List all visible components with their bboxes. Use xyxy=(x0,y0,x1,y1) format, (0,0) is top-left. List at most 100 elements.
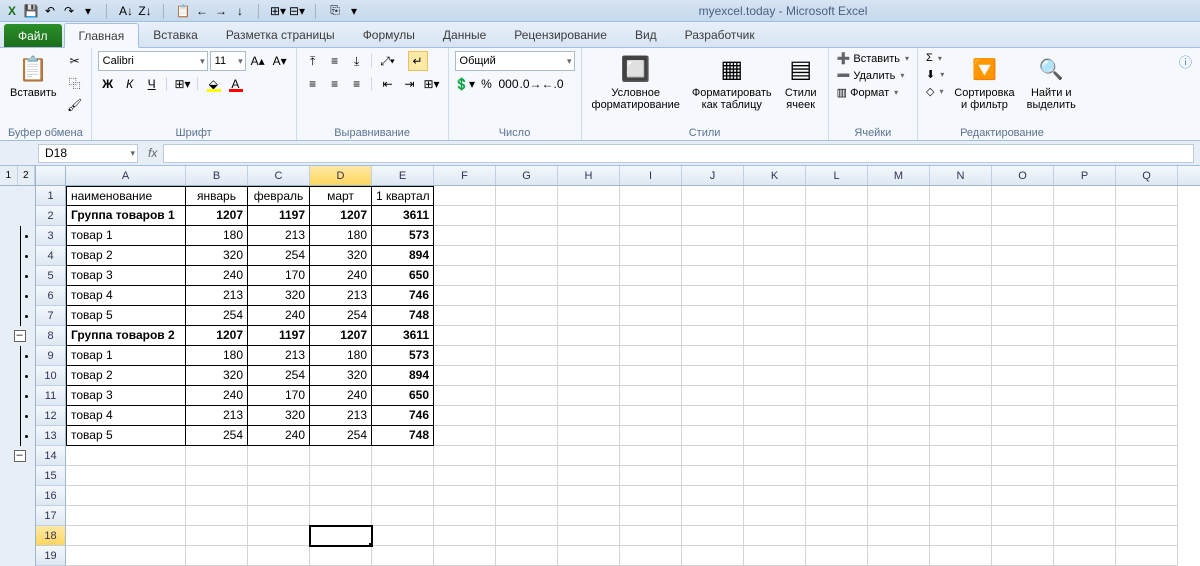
row-header[interactable]: 2 xyxy=(36,206,66,226)
cell[interactable] xyxy=(1116,386,1178,406)
cell[interactable] xyxy=(868,186,930,206)
cell[interactable] xyxy=(434,246,496,266)
cell[interactable] xyxy=(434,206,496,226)
cell[interactable] xyxy=(248,466,310,486)
cell[interactable] xyxy=(1116,286,1178,306)
cell[interactable] xyxy=(372,466,434,486)
cell[interactable] xyxy=(620,526,682,546)
cell[interactable]: 180 xyxy=(186,226,248,246)
cell[interactable] xyxy=(558,246,620,266)
cell[interactable] xyxy=(806,226,868,246)
cell[interactable] xyxy=(496,506,558,526)
cell[interactable] xyxy=(496,306,558,326)
cell[interactable] xyxy=(496,426,558,446)
cell[interactable] xyxy=(186,506,248,526)
cell[interactable] xyxy=(434,286,496,306)
cell[interactable] xyxy=(66,526,186,546)
row-header[interactable]: 19 xyxy=(36,546,66,566)
cell[interactable]: 254 xyxy=(186,306,248,326)
outline-level-2[interactable]: 2 xyxy=(18,166,36,185)
decrease-font-icon[interactable]: A▾ xyxy=(270,51,290,71)
paste-button[interactable]: 📋 Вставить xyxy=(6,51,61,101)
qat-more-icon[interactable]: ▾ xyxy=(346,3,362,19)
cell[interactable] xyxy=(868,386,930,406)
sort-filter-button[interactable]: 🔽Сортировка и фильтр xyxy=(950,51,1018,113)
outline-collapse-button[interactable]: – xyxy=(14,450,26,462)
cell[interactable] xyxy=(806,506,868,526)
cell[interactable] xyxy=(682,506,744,526)
cell[interactable] xyxy=(806,246,868,266)
cell[interactable] xyxy=(186,486,248,506)
cell[interactable] xyxy=(248,526,310,546)
conditional-formatting-button[interactable]: 🔲Условное форматирование xyxy=(588,51,684,113)
cell[interactable] xyxy=(992,526,1054,546)
decrease-indent-icon[interactable]: ⇤ xyxy=(378,74,398,94)
cell[interactable] xyxy=(66,466,186,486)
cell[interactable] xyxy=(1116,186,1178,206)
cell[interactable] xyxy=(868,506,930,526)
sort-desc-icon[interactable]: Z↓ xyxy=(137,3,153,19)
cell[interactable]: товар 2 xyxy=(66,246,186,266)
row-header[interactable]: 5 xyxy=(36,266,66,286)
cell[interactable]: 170 xyxy=(248,386,310,406)
sort-asc-icon[interactable]: A↓ xyxy=(118,3,134,19)
row-header[interactable]: 6 xyxy=(36,286,66,306)
cell[interactable] xyxy=(806,526,868,546)
row-header[interactable]: 11 xyxy=(36,386,66,406)
copy-icon[interactable]: ⿻ xyxy=(65,73,85,93)
cell[interactable] xyxy=(558,426,620,446)
cell[interactable] xyxy=(744,246,806,266)
cell[interactable] xyxy=(620,246,682,266)
cell[interactable] xyxy=(682,186,744,206)
cell[interactable] xyxy=(186,546,248,566)
cell[interactable] xyxy=(1116,246,1178,266)
bold-button[interactable]: Ж xyxy=(98,74,118,94)
cell[interactable] xyxy=(620,386,682,406)
cell[interactable] xyxy=(620,366,682,386)
cell[interactable] xyxy=(620,206,682,226)
cell[interactable] xyxy=(620,306,682,326)
cell[interactable] xyxy=(1116,406,1178,426)
cell[interactable] xyxy=(248,486,310,506)
font-name-combo[interactable]: Calibri xyxy=(98,51,208,71)
cell[interactable] xyxy=(806,206,868,226)
cell[interactable]: 894 xyxy=(372,246,434,266)
cell[interactable] xyxy=(558,446,620,466)
save-icon[interactable]: 💾 xyxy=(23,3,39,19)
row-header[interactable]: 18 xyxy=(36,526,66,546)
cell[interactable] xyxy=(930,526,992,546)
cell[interactable] xyxy=(868,266,930,286)
cell[interactable]: товар 4 xyxy=(66,406,186,426)
cell[interactable]: 320 xyxy=(186,246,248,266)
cell[interactable]: 240 xyxy=(310,266,372,286)
cell[interactable] xyxy=(868,426,930,446)
cell[interactable] xyxy=(186,466,248,486)
cell[interactable] xyxy=(620,446,682,466)
cell[interactable] xyxy=(434,406,496,426)
cell[interactable] xyxy=(496,246,558,266)
cell[interactable] xyxy=(992,366,1054,386)
cell[interactable]: товар 5 xyxy=(66,306,186,326)
cell[interactable] xyxy=(372,526,434,546)
cell[interactable] xyxy=(66,546,186,566)
cell[interactable] xyxy=(992,546,1054,566)
underline-button[interactable]: Ч xyxy=(142,74,162,94)
tab-Разработчик[interactable]: Разработчик xyxy=(671,23,769,47)
cell[interactable] xyxy=(558,206,620,226)
arrow-right-icon[interactable]: → xyxy=(213,3,229,19)
cell[interactable]: 240 xyxy=(310,386,372,406)
italic-button[interactable]: К xyxy=(120,74,140,94)
cell[interactable] xyxy=(868,486,930,506)
cell[interactable] xyxy=(1116,366,1178,386)
cell[interactable] xyxy=(806,546,868,566)
cell[interactable]: 3611 xyxy=(372,206,434,226)
cell[interactable] xyxy=(744,346,806,366)
outline-level-1[interactable]: 1 xyxy=(0,166,18,185)
row-header[interactable]: 4 xyxy=(36,246,66,266)
cell[interactable] xyxy=(930,286,992,306)
cell[interactable]: наименование xyxy=(66,186,186,206)
cell[interactable] xyxy=(1054,186,1116,206)
cell[interactable] xyxy=(992,306,1054,326)
cell[interactable]: товар 1 xyxy=(66,226,186,246)
tab-Главная[interactable]: Главная xyxy=(64,23,140,48)
